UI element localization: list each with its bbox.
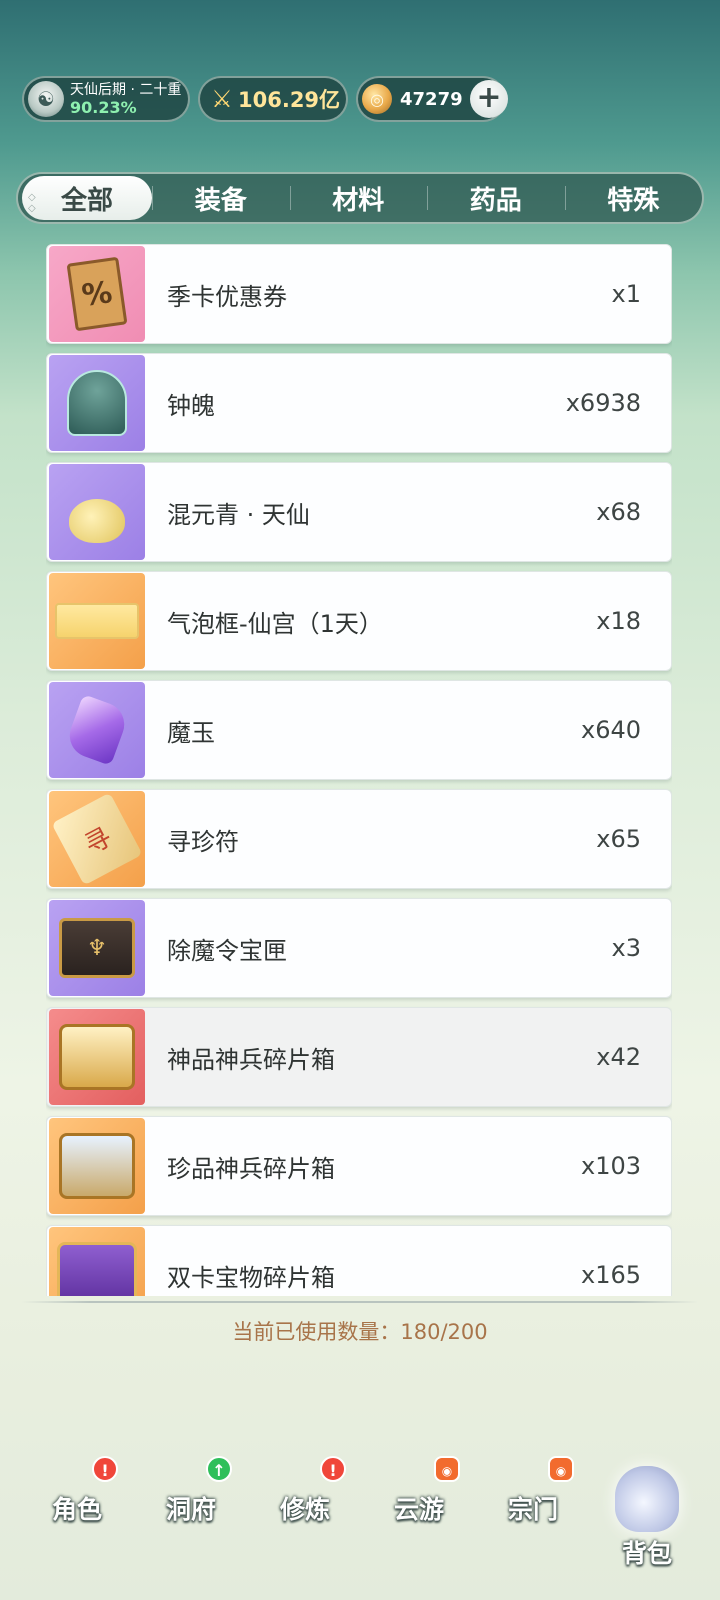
- capacity-text: 当前已使用数量：180/200: [232, 1320, 488, 1344]
- spirit-coin-icon: ◎: [362, 84, 392, 114]
- nav-label: 宗门: [507, 1495, 558, 1524]
- nav-label: 洞府: [165, 1495, 216, 1524]
- tab-special[interactable]: 特殊: [564, 176, 703, 220]
- chest-icon: ♆: [49, 900, 145, 996]
- coupon-glyph: %: [66, 256, 128, 332]
- item-name: 双卡宝物碎片箱: [167, 1263, 335, 1292]
- inventory-item-row[interactable]: 珍品神兵碎片箱 x103: [46, 1116, 672, 1216]
- gold-chest-icon: [49, 1009, 145, 1105]
- nav-item-character[interactable]: ! 角色: [20, 1456, 134, 1584]
- nav-item-sect[interactable]: ◉ 宗门: [476, 1456, 590, 1584]
- nav-label: 角色: [51, 1495, 102, 1524]
- nav-item-travel[interactable]: ◉ 云游: [362, 1456, 476, 1584]
- alert-badge-icon: !: [320, 1456, 346, 1482]
- inventory-item-row[interactable]: 钟魄 x6938: [46, 353, 672, 453]
- item-quantity: x42: [596, 1043, 641, 1071]
- purple-chest-icon: [49, 1227, 145, 1296]
- chest-glyph: ♆: [59, 918, 135, 978]
- chest-badge-icon: ◉: [434, 1456, 460, 1482]
- item-quantity: x3: [611, 934, 641, 962]
- realm-name: 天仙后期 · 二十重: [70, 82, 182, 98]
- talisman-icon: 寻: [49, 791, 145, 887]
- category-tabs: 全部 装备 材料 药品 特殊: [16, 172, 704, 224]
- realm-pill[interactable]: ☯ 天仙后期 · 二十重 90.23%: [22, 76, 190, 122]
- item-name: 季卡优惠券: [167, 282, 287, 311]
- nav-label: 云游: [393, 1495, 444, 1524]
- inventory-item-row[interactable]: 混元青 · 天仙 x68: [46, 462, 672, 562]
- inventory-item-row[interactable]: 魔玉 x640: [46, 680, 672, 780]
- combat-power-pill[interactable]: ⚔ 106.29亿: [198, 76, 348, 122]
- item-quantity: x165: [580, 1261, 641, 1289]
- bell-icon: [49, 355, 145, 451]
- realm-avatar-icon: ☯: [28, 81, 64, 117]
- inventory-item-row[interactable]: ♆ 除魔令宝匣 x3: [46, 898, 672, 998]
- currency-amount: 47279: [400, 88, 463, 110]
- tab-materials[interactable]: 材料: [289, 176, 428, 220]
- realm-text: 天仙后期 · 二十重 90.23%: [70, 81, 181, 117]
- item-name: 除魔令宝匣: [167, 936, 287, 965]
- inventory-item-row[interactable]: 寻 寻珍符 x65: [46, 789, 672, 889]
- item-quantity: x640: [580, 716, 641, 744]
- coupon-icon: %: [49, 246, 145, 342]
- add-currency-button[interactable]: +: [470, 80, 508, 118]
- item-quantity: x1: [611, 280, 641, 308]
- nav-item-cave[interactable]: ↑ 洞府: [134, 1456, 248, 1584]
- item-name: 钟魄: [167, 391, 215, 420]
- item-name: 魔玉: [167, 718, 215, 747]
- item-name: 混元青 · 天仙: [167, 500, 310, 529]
- item-quantity: x103: [580, 1152, 641, 1180]
- list-divider: [22, 1301, 698, 1303]
- talisman-glyph: 寻: [51, 792, 143, 886]
- inventory-item-row[interactable]: 双卡宝物碎片箱 x165: [46, 1225, 672, 1296]
- item-quantity: x68: [596, 498, 641, 526]
- upgrade-badge-icon: ↑: [206, 1456, 232, 1482]
- inventory-item-row[interactable]: % 季卡优惠券 x1: [46, 244, 672, 344]
- item-name: 气泡框-仙宫（1天）: [167, 609, 383, 638]
- item-name: 神品神兵碎片箱: [167, 1045, 335, 1074]
- alert-badge-icon: !: [92, 1456, 118, 1482]
- bag-icon: [615, 1466, 679, 1532]
- nav-label: 修炼: [279, 1495, 330, 1524]
- item-quantity: x65: [596, 825, 641, 853]
- chest-badge-icon: ◉: [548, 1456, 574, 1482]
- herb-icon: [49, 464, 145, 560]
- nav-label: 背包: [621, 1539, 672, 1568]
- gem-icon: [49, 682, 145, 778]
- realm-progress: 90.23%: [70, 98, 137, 117]
- tab-equipment[interactable]: 装备: [152, 176, 290, 220]
- inventory-item-row-selected[interactable]: 神品神兵碎片箱 x42: [46, 1007, 672, 1107]
- inventory-item-row[interactable]: 气泡框-仙宫（1天） x18: [46, 571, 672, 671]
- status-row: ☯ 天仙后期 · 二十重 90.23% ⚔ 106.29亿 ◎ 47279 +: [22, 76, 508, 122]
- nav-item-bag[interactable]: 背包: [590, 1466, 704, 1584]
- item-name: 寻珍符: [167, 827, 239, 856]
- inventory-list[interactable]: % 季卡优惠券 x1 钟魄 x6938 混元青 · 天仙 x68 气泡框-仙宫（…: [46, 244, 672, 1296]
- bubble-frame-icon: [49, 573, 145, 669]
- nav-item-cultivate[interactable]: ! 修炼: [248, 1456, 362, 1584]
- combat-power-value: 106.29亿: [238, 88, 341, 112]
- item-quantity: x18: [596, 607, 641, 635]
- item-name: 珍品神兵碎片箱: [167, 1154, 335, 1183]
- crossed-swords-icon: ⚔: [211, 85, 233, 113]
- item-quantity: x6938: [565, 389, 641, 417]
- tab-medicine[interactable]: 药品: [427, 176, 565, 220]
- currency-pill[interactable]: ◎ 47279 +: [356, 76, 508, 122]
- bottom-nav: ! 角色 ↑ 洞府 ! 修炼 ◉ 云游 ◉ 宗门 背包: [20, 1456, 710, 1584]
- silver-chest-icon: [49, 1118, 145, 1214]
- tab-all[interactable]: 全部: [22, 176, 152, 220]
